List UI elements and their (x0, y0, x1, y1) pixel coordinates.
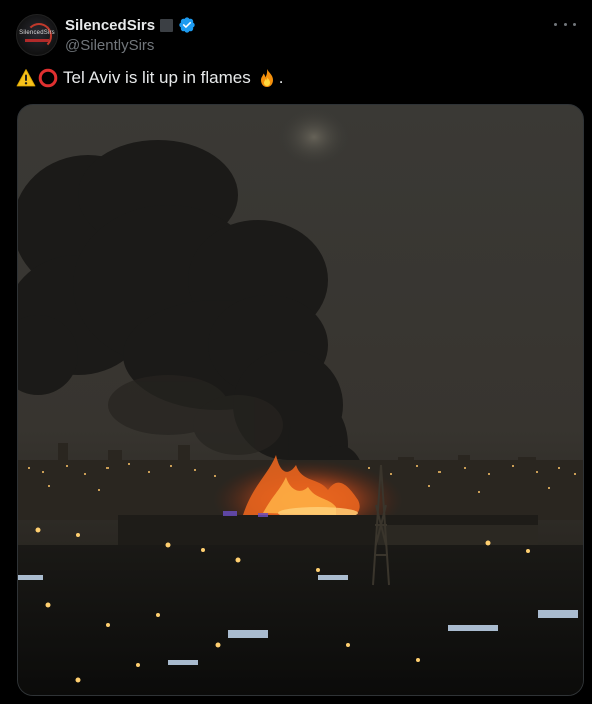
more-dot (573, 22, 576, 26)
avatar-logo-text: SilencedSirs (19, 30, 55, 36)
avatar[interactable]: SilencedSirs (16, 14, 58, 56)
avatar-logo-bar (25, 39, 49, 42)
display-name[interactable]: SilencedSirs (65, 17, 155, 34)
square-emoji-icon (160, 18, 174, 32)
more-dot (563, 22, 567, 26)
post-header: SilencedSirs SilencedSirs @SilentlySirs (16, 12, 576, 56)
tweet-text-body: Tel Aviv is lit up in flames (63, 68, 251, 87)
name-line: SilencedSirs (65, 16, 196, 34)
tweet-text-suffix: . (278, 68, 284, 87)
red-circle-emoji-icon (38, 68, 58, 88)
verified-badge-icon (179, 17, 195, 33)
fire-photo-illustration (18, 105, 583, 695)
more-dot (554, 22, 557, 26)
warning-emoji-icon (16, 69, 36, 87)
post-photo[interactable] (17, 104, 584, 696)
more-options-icon[interactable] (554, 16, 576, 32)
avatar-logo-arc (26, 23, 52, 49)
handle[interactable]: @SilentlySirs (65, 37, 154, 54)
tweet-text: Tel Aviv is lit up in flames . (16, 68, 283, 88)
fire-emoji-icon (260, 69, 273, 87)
